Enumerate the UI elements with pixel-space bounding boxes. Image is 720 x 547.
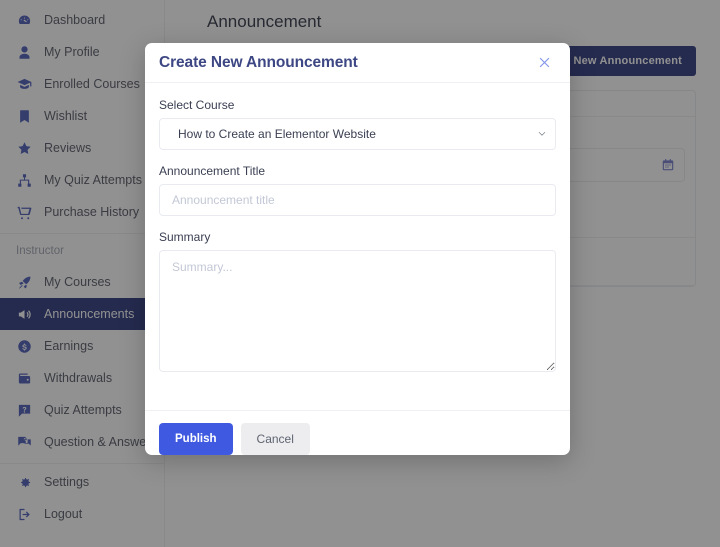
- select-course-group: Select Course How to Create an Elementor…: [159, 98, 556, 150]
- select-course-label: Select Course: [159, 98, 235, 112]
- app-root: Dashboard My Profile Enrolled Courses Wi…: [0, 0, 720, 547]
- modal-title: Create New Announcement: [159, 53, 358, 71]
- modal-header: Create New Announcement: [145, 43, 570, 83]
- modal-footer: Publish Cancel: [145, 410, 570, 455]
- select-course-wrap: How to Create an Elementor Website: [159, 118, 556, 150]
- summary-group: Summary: [159, 230, 556, 372]
- summary-textarea[interactable]: [159, 250, 556, 372]
- close-icon[interactable]: [535, 54, 553, 72]
- modal-body: Select Course How to Create an Elementor…: [145, 83, 570, 410]
- announcement-title-group: Announcement Title: [159, 164, 556, 216]
- modal-actions: Publish Cancel: [159, 423, 556, 455]
- select-course-input[interactable]: How to Create an Elementor Website: [159, 118, 556, 150]
- cancel-button[interactable]: Cancel: [240, 423, 310, 455]
- announcement-title-label: Announcement Title: [159, 164, 266, 178]
- create-announcement-modal: Create New Announcement Select Course Ho…: [145, 43, 570, 455]
- announcement-title-input[interactable]: [159, 184, 556, 216]
- publish-button[interactable]: Publish: [159, 423, 233, 455]
- summary-label: Summary: [159, 230, 211, 244]
